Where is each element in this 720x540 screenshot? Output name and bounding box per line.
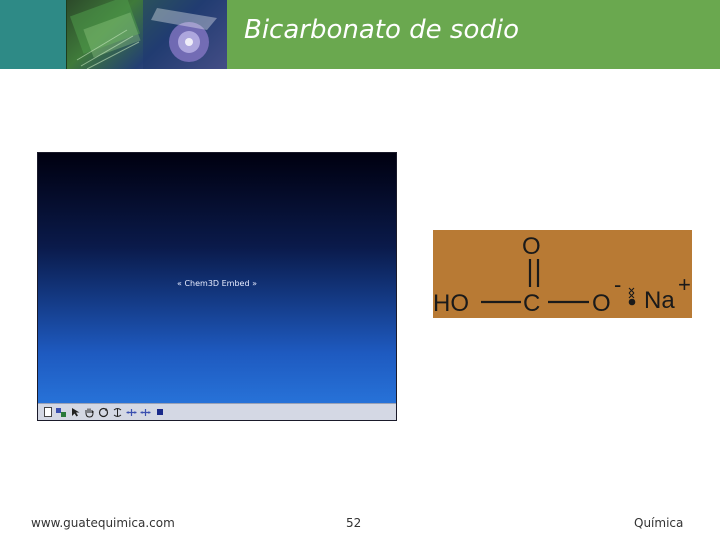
document-icon[interactable] bbox=[42, 407, 53, 418]
spin-icon[interactable] bbox=[112, 407, 123, 418]
footer-website: www.guatequimica.com bbox=[31, 516, 175, 530]
slide-header: Bicarbonato de sodio bbox=[0, 0, 720, 69]
cation-charge: + bbox=[678, 272, 691, 297]
anion-charge: - bbox=[614, 272, 621, 297]
header-technology-image bbox=[66, 0, 227, 69]
atom-hydroxyl: HO bbox=[433, 290, 469, 317]
rotate-icon[interactable] bbox=[98, 407, 109, 418]
translate-x-icon[interactable] bbox=[126, 407, 137, 418]
chem3d-viewer[interactable]: « Chem3D Embed » bbox=[37, 152, 397, 421]
footer-subject: Química bbox=[634, 516, 684, 530]
hand-tool-icon[interactable] bbox=[84, 407, 95, 418]
arrow-pointer-icon[interactable] bbox=[70, 407, 81, 418]
sodium-bicarbonate-structure: O HO C O Na - + bbox=[433, 230, 692, 318]
page-number: 52 bbox=[346, 516, 362, 530]
header-accent-block bbox=[0, 0, 66, 69]
translate-y-icon[interactable] bbox=[140, 407, 151, 418]
atom-carbon: C bbox=[523, 290, 540, 317]
slide-title: Bicarbonato de sodio bbox=[244, 15, 520, 45]
ionic-bond-electrons bbox=[628, 287, 636, 306]
atom-oxygen-anion: O bbox=[592, 290, 611, 317]
atom-top-oxygen: O bbox=[522, 233, 541, 260]
stop-icon[interactable] bbox=[154, 407, 165, 418]
viewer-toolbar bbox=[38, 403, 396, 420]
chem3d-embed-label: « Chem3D Embed » bbox=[177, 279, 257, 288]
atom-sodium: Na bbox=[644, 287, 675, 314]
select-tool-icon[interactable] bbox=[56, 407, 67, 418]
